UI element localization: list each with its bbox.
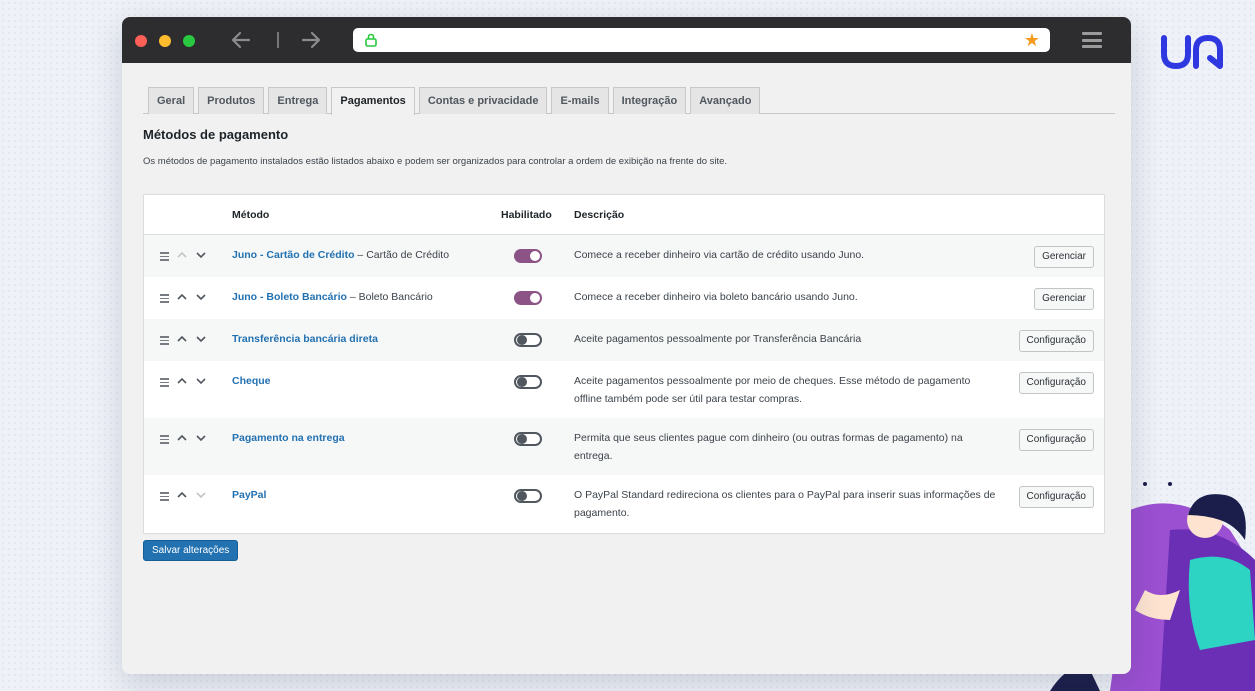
- table-row: Cheque Aceite pagamentos pessoalmente po…: [144, 361, 1104, 418]
- drag-handle-icon[interactable]: [160, 336, 169, 347]
- move-down-icon[interactable]: [195, 249, 207, 261]
- enabled-toggle[interactable]: [514, 249, 542, 263]
- configure-button[interactable]: Configuração: [1018, 372, 1094, 394]
- move-up-icon[interactable]: [176, 333, 188, 345]
- method-description: Comece a receber dinheiro via boleto ban…: [574, 291, 858, 303]
- browser-window: ★ Geral Produtos Entrega Pagamentos Cont…: [122, 17, 1131, 674]
- method-link[interactable]: Juno - Boleto Bancário: [232, 291, 347, 303]
- method-description: O PayPal Standard redireciona os cliente…: [574, 489, 996, 519]
- brand-logo: [1161, 35, 1223, 70]
- tab-produtos[interactable]: Produtos: [198, 87, 265, 114]
- tab-avancado[interactable]: Avançado: [690, 87, 761, 114]
- method-description: Comece a receber dinheiro via cartão de …: [574, 249, 865, 261]
- lock-icon: [365, 33, 377, 47]
- tab-contas-privacidade[interactable]: Contas e privacidade: [418, 87, 548, 114]
- method-description: Aceite pagamentos pessoalmente por Trans…: [574, 333, 862, 345]
- configure-button[interactable]: Configuração: [1018, 330, 1094, 352]
- move-up-icon[interactable]: [176, 375, 188, 387]
- header-method: Método: [232, 209, 270, 221]
- method-link[interactable]: Pagamento na entrega: [232, 432, 345, 444]
- method-link[interactable]: Cheque: [232, 375, 271, 387]
- method-description: Permita que seus clientes pague com dinh…: [574, 432, 963, 462]
- drag-handle-icon[interactable]: [160, 492, 169, 503]
- move-down-icon[interactable]: [195, 375, 207, 387]
- tab-entrega[interactable]: Entrega: [268, 87, 328, 114]
- move-down-icon[interactable]: [195, 291, 207, 303]
- manage-button[interactable]: Gerenciar: [1034, 288, 1094, 310]
- tab-geral[interactable]: Geral: [148, 87, 195, 114]
- enabled-toggle[interactable]: [514, 432, 542, 446]
- section-title: Métodos de pagamento: [143, 127, 289, 142]
- method-name: Pagamento na entrega: [232, 432, 345, 444]
- forward-arrow-icon[interactable]: [299, 28, 323, 52]
- table-header: Método Habilitado Descrição: [144, 195, 1104, 235]
- move-down-icon[interactable]: [195, 432, 207, 444]
- configure-button[interactable]: Configuração: [1018, 486, 1094, 508]
- tab-pagamentos[interactable]: Pagamentos: [331, 87, 415, 115]
- drag-handle-icon[interactable]: [160, 294, 169, 305]
- table-row: Transferência bancária direta Aceite pag…: [144, 319, 1104, 361]
- nav-divider: [277, 32, 279, 48]
- drag-handle-icon[interactable]: [160, 435, 169, 446]
- tab-integracao[interactable]: Integração: [612, 87, 687, 114]
- payment-methods-table: Método Habilitado Descrição Juno - Cartã…: [143, 194, 1105, 534]
- move-up-icon[interactable]: [176, 432, 188, 444]
- table-row: Pagamento na entrega Permita que seus cl…: [144, 418, 1104, 475]
- minimize-window-button[interactable]: [159, 35, 171, 47]
- method-link[interactable]: PayPal: [232, 489, 266, 501]
- method-name: Transferência bancária direta: [232, 333, 378, 345]
- settings-tabs: Geral Produtos Entrega Pagamentos Contas…: [143, 87, 1115, 115]
- enabled-toggle[interactable]: [514, 375, 542, 389]
- close-window-button[interactable]: [135, 35, 147, 47]
- method-link[interactable]: Juno - Cartão de Crédito: [232, 249, 355, 261]
- header-description: Descrição: [574, 209, 625, 221]
- enabled-toggle[interactable]: [514, 291, 542, 305]
- method-name: PayPal: [232, 489, 266, 501]
- drag-handle-icon[interactable]: [160, 378, 169, 389]
- back-arrow-icon[interactable]: [229, 28, 253, 52]
- method-description: Aceite pagamentos pessoalmente por meio …: [574, 375, 971, 405]
- enabled-toggle[interactable]: [514, 333, 542, 347]
- move-up-icon[interactable]: [176, 489, 188, 501]
- move-down-icon: [195, 489, 207, 501]
- configure-button[interactable]: Configuração: [1018, 429, 1094, 451]
- hamburger-menu-icon[interactable]: [1082, 32, 1102, 48]
- table-row: Juno - Boleto Bancário – Boleto Bancário…: [144, 277, 1104, 319]
- method-name: Juno - Boleto Bancário – Boleto Bancário: [232, 291, 433, 303]
- section-description: Os métodos de pagamento instalados estão…: [143, 156, 728, 167]
- move-down-icon[interactable]: [195, 333, 207, 345]
- move-up-icon: [176, 249, 188, 261]
- table-row: PayPal O PayPal Standard redireciona os …: [144, 475, 1104, 533]
- save-changes-button[interactable]: Salvar alterações: [143, 540, 239, 561]
- tab-emails[interactable]: E-mails: [551, 87, 609, 114]
- bookmark-star-icon[interactable]: ★: [1024, 30, 1040, 50]
- table-row: Juno - Cartão de Crédito – Cartão de Cré…: [144, 235, 1104, 277]
- header-enabled: Habilitado: [501, 209, 552, 221]
- move-up-icon[interactable]: [176, 291, 188, 303]
- manage-button[interactable]: Gerenciar: [1034, 246, 1094, 268]
- enabled-toggle[interactable]: [514, 489, 542, 503]
- drag-handle-icon[interactable]: [160, 252, 169, 263]
- settings-content: Geral Produtos Entrega Pagamentos Contas…: [143, 87, 1115, 561]
- address-bar[interactable]: ★: [353, 28, 1050, 52]
- browser-titlebar: ★: [122, 17, 1131, 63]
- method-name: Cheque: [232, 375, 271, 387]
- method-link[interactable]: Transferência bancária direta: [232, 333, 378, 345]
- maximize-window-button[interactable]: [183, 35, 195, 47]
- method-name: Juno - Cartão de Crédito – Cartão de Cré…: [232, 249, 450, 261]
